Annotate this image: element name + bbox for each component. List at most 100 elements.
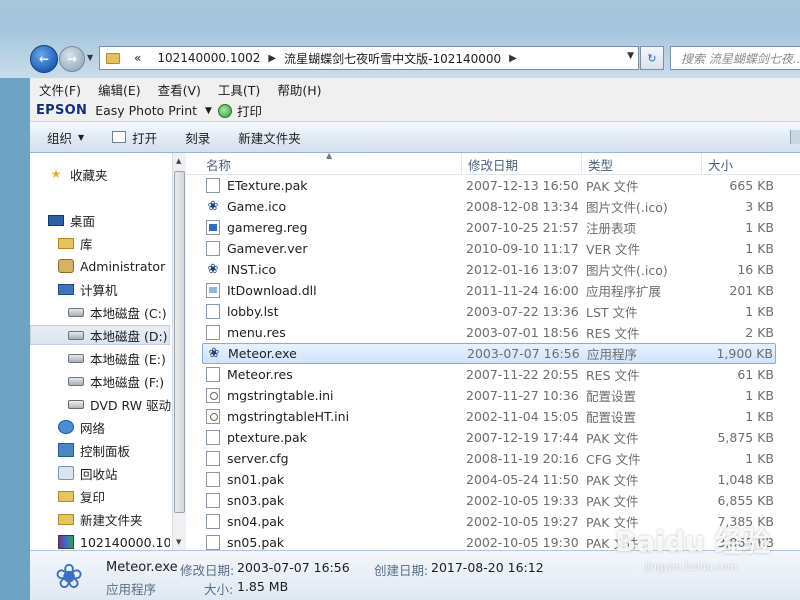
organize-button[interactable]: 组织 ▼ bbox=[30, 128, 95, 147]
file-name: ItDownload.dll bbox=[227, 283, 317, 298]
easy-photo-print-button[interactable]: Easy Photo Print bbox=[95, 103, 197, 118]
table-row[interactable]: sn01.pak 2004-05-24 11:50 PAK 文件 1,048 KB bbox=[202, 469, 776, 490]
nav-label: DVD RW 驱动 bbox=[90, 397, 172, 413]
table-row[interactable]: Gamever.ver 2010-09-10 11:17 VER 文件 1 KB bbox=[202, 238, 776, 259]
nav-label: 回收站 bbox=[80, 466, 118, 482]
nav-label: 网络 bbox=[80, 420, 106, 436]
nav-dvd-drive[interactable]: DVD RW 驱动 bbox=[68, 394, 171, 414]
table-row[interactable]: gamereg.reg 2007-10-25 21:57 注册表项 1 KB bbox=[202, 217, 776, 238]
details-created-label: 创建日期: bbox=[374, 563, 429, 578]
file-icon bbox=[206, 535, 220, 550]
nav-library[interactable]: 库 bbox=[58, 233, 93, 253]
file-size: 1,900 KB bbox=[716, 346, 773, 361]
recycle-bin-icon bbox=[58, 466, 74, 480]
table-row[interactable]: ptexture.pak 2007-12-19 17:44 PAK 文件 5,875 … bbox=[202, 427, 776, 448]
open-window-icon bbox=[112, 131, 127, 143]
back-arrow-icon: ← bbox=[38, 52, 50, 66]
column-size[interactable]: 大小 bbox=[702, 153, 782, 175]
nav-label: 库 bbox=[80, 236, 93, 252]
nav-label: 桌面 bbox=[70, 213, 96, 229]
nav-administrator[interactable]: Administrator bbox=[58, 256, 165, 276]
nav-folder-copy[interactable]: 复印 bbox=[58, 486, 105, 506]
chevron-right-icon[interactable]: ▶ bbox=[509, 53, 517, 64]
table-row[interactable]: sn05.pak 2002-10-05 19:30 PAK 文件 3,865 KB bbox=[202, 532, 776, 550]
nav-drive-d[interactable]: 本地磁盘 (D:) bbox=[30, 325, 170, 345]
column-type[interactable]: 类型 bbox=[582, 153, 702, 175]
table-row[interactable]: menu.res 2003-07-01 18:56 RES 文件 2 KB bbox=[202, 322, 776, 343]
file-size: 7,385 KB bbox=[717, 514, 774, 529]
menu-bar: 文件(F) 编辑(E) 查看(V) 工具(T) 帮助(H) bbox=[30, 78, 800, 100]
nav-scrollbar[interactable]: ▲ ▼ bbox=[172, 153, 186, 550]
nav-drive-e[interactable]: 本地磁盘 (E:) bbox=[68, 348, 166, 368]
new-folder-button[interactable]: 新建文件夹 bbox=[221, 128, 312, 147]
file-type: 配置设置 bbox=[586, 410, 637, 425]
column-date[interactable]: 修改日期 bbox=[462, 153, 582, 175]
library-icon bbox=[58, 237, 74, 249]
print-button[interactable]: 打印 bbox=[237, 101, 262, 120]
back-button[interactable]: ← bbox=[30, 45, 58, 73]
menu-help[interactable]: 帮助(H) bbox=[268, 80, 329, 99]
nav-new-folder[interactable]: 新建文件夹 bbox=[58, 509, 143, 529]
address-bar[interactable]: « 102140000.1002 ▶ 流星蝴蝶剑七夜听雪中文版-10214000… bbox=[99, 46, 639, 70]
nav-drive-c[interactable]: 本地磁盘 (C:) bbox=[68, 302, 167, 322]
settings-file-icon bbox=[206, 388, 220, 403]
nav-drive-f[interactable]: 本地磁盘 (F:) bbox=[68, 371, 164, 391]
drive-icon bbox=[68, 307, 84, 317]
nav-label: 本地磁盘 (E:) bbox=[90, 351, 166, 367]
file-type: PAK 文件 bbox=[586, 473, 639, 488]
column-name[interactable]: 名称 bbox=[200, 153, 462, 175]
nav-favorites[interactable]: ★ 收藏夹 bbox=[48, 164, 108, 184]
file-date: 2003-07-22 13:36 bbox=[466, 304, 579, 319]
table-row[interactable]: Meteor.res 2007-11-22 20:55 RES 文件 61 KB bbox=[202, 364, 776, 385]
chevron-down-icon[interactable]: ▼ bbox=[205, 106, 212, 116]
burn-button[interactable]: 刻录 bbox=[168, 128, 221, 147]
address-dropdown-icon[interactable]: ▼ bbox=[627, 51, 634, 61]
recent-pages-dropdown[interactable]: ▼ bbox=[87, 53, 93, 62]
table-row[interactable]: ❀ Game.ico 2008-12-08 13:34 图片文件(.ico) 3 KB bbox=[202, 196, 776, 217]
file-date: 2003-07-07 16:56 bbox=[467, 346, 580, 361]
folder-icon bbox=[106, 52, 120, 64]
address-segment-1[interactable]: 102140000.1002 bbox=[149, 51, 268, 65]
table-row[interactable]: sn03.pak 2002-10-05 19:33 PAK 文件 6,855 KB bbox=[202, 490, 776, 511]
nav-network[interactable]: 网络 bbox=[58, 417, 105, 437]
file-type: PAK 文件 bbox=[586, 515, 639, 530]
menu-view[interactable]: 查看(V) bbox=[149, 80, 209, 99]
nav-computer[interactable]: 计算机 bbox=[58, 279, 118, 299]
scrollbar-thumb[interactable] bbox=[174, 171, 185, 513]
table-row[interactable]: mgstringtable.ini 2007-11-27 10:36 配置设置 1 K… bbox=[202, 385, 776, 406]
scroll-down-icon[interactable]: ▼ bbox=[176, 538, 181, 546]
table-row[interactable]: server.cfg 2008-11-19 20:16 CFG 文件 1 KB bbox=[202, 448, 776, 469]
details-pane: ❀ Meteor.exe 修改日期: 2003-07-07 16:56 创建日期… bbox=[30, 550, 800, 600]
address-segment-2[interactable]: 流星蝴蝶剑七夜听雪中文版-102140000 bbox=[276, 50, 509, 67]
open-button[interactable]: 打开 bbox=[95, 128, 168, 147]
table-row[interactable]: ❀ INST.ico 2012-01-16 13:07 图片文件(.ico) 16 KB bbox=[202, 259, 776, 280]
file-date: 2002-11-04 15:05 bbox=[466, 409, 579, 424]
table-row[interactable]: sn04.pak 2002-10-05 19:27 PAK 文件 7,385 KB bbox=[202, 511, 776, 532]
menu-edit[interactable]: 编辑(E) bbox=[89, 80, 149, 99]
chevron-right-icon[interactable]: ▶ bbox=[268, 53, 276, 64]
address-overflow[interactable]: « bbox=[126, 51, 149, 65]
nav-archive[interactable]: 102140000.1002 bbox=[58, 532, 170, 552]
file-name: mgstringtable.ini bbox=[227, 388, 334, 403]
refresh-button[interactable]: ↻ bbox=[640, 46, 664, 70]
table-row[interactable]: lobby.lst 2003-07-22 13:36 LST 文件 1 KB bbox=[202, 301, 776, 322]
file-icon bbox=[206, 472, 220, 487]
table-row[interactable]: ETexture.pak 2007-12-13 16:50 PAK 文件 665 KB bbox=[202, 175, 776, 196]
view-options-icon[interactable] bbox=[790, 130, 800, 144]
forward-button[interactable]: → bbox=[59, 46, 85, 72]
file-size: 16 KB bbox=[737, 262, 774, 277]
menu-tools[interactable]: 工具(T) bbox=[209, 80, 268, 99]
file-date: 2002-10-05 19:33 bbox=[466, 493, 579, 508]
butterfly-icon: ❀ bbox=[54, 557, 84, 597]
nav-desktop[interactable]: 桌面 bbox=[48, 210, 95, 230]
table-row[interactable]: ❀ Meteor.exe 2003-07-07 16:56 应用程序 1,900 KB bbox=[202, 343, 776, 364]
file-size: 1 KB bbox=[745, 388, 774, 403]
table-row[interactable]: ItDownload.dll 2011-11-24 16:00 应用程序扩展 201 … bbox=[202, 280, 776, 301]
table-row[interactable]: mgstringtableHT.ini 2002-11-04 15:05 配置设置 1… bbox=[202, 406, 776, 427]
file-icon bbox=[206, 325, 220, 340]
scroll-up-icon[interactable]: ▲ bbox=[176, 157, 181, 165]
menu-file[interactable]: 文件(F) bbox=[30, 80, 89, 99]
nav-control-panel[interactable]: 控制面板 bbox=[58, 440, 130, 460]
nav-recycle-bin[interactable]: 回收站 bbox=[58, 463, 118, 483]
search-input[interactable]: 搜索 流星蝴蝶剑七夜... bbox=[670, 46, 800, 70]
